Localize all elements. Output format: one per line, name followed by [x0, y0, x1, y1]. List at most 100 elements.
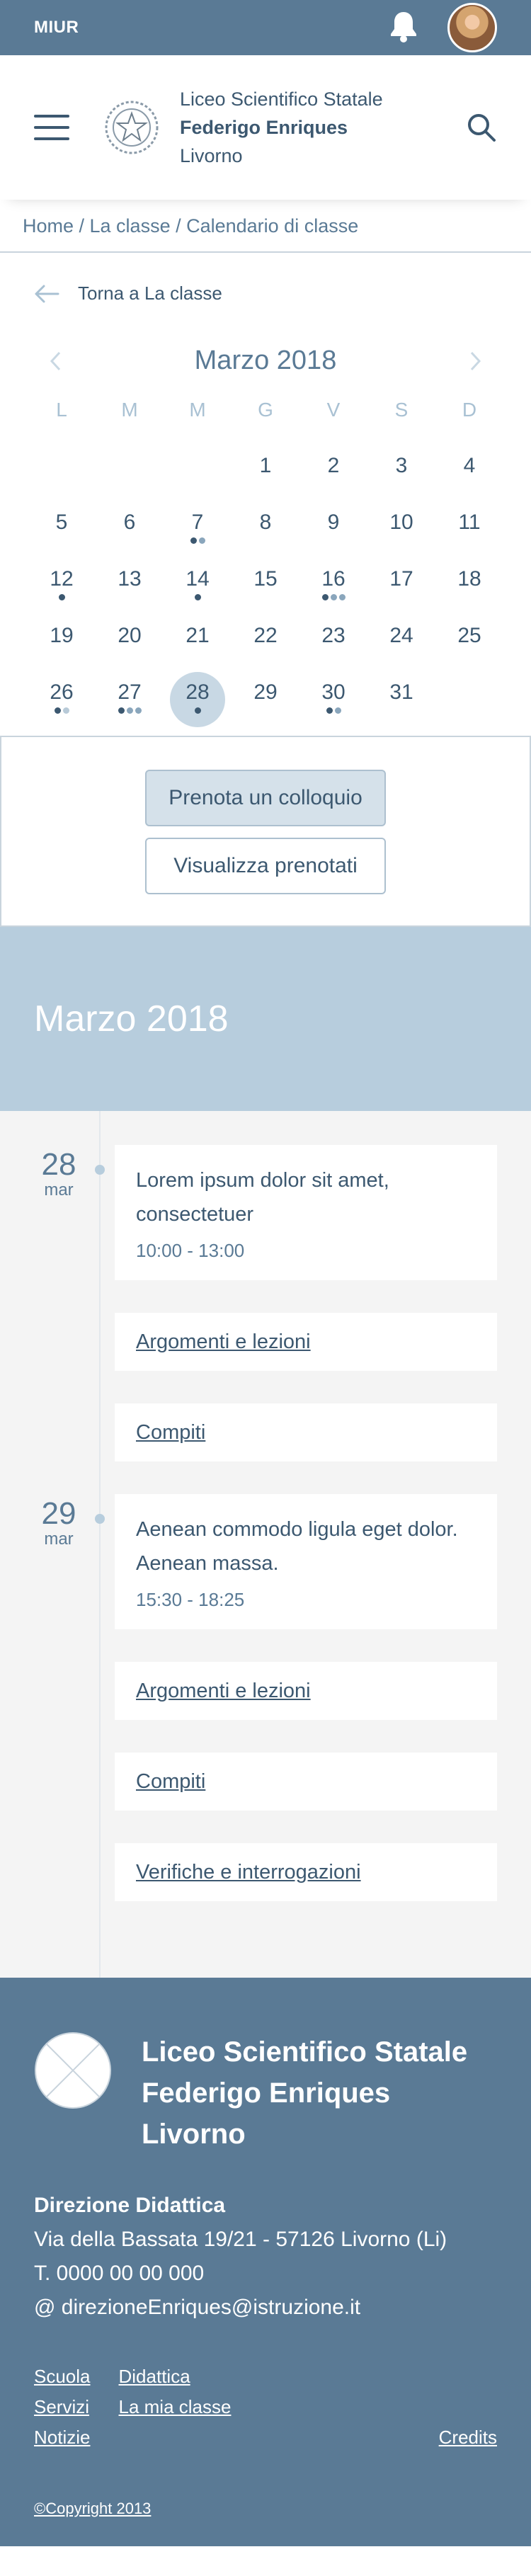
timeline-dot [95, 1165, 105, 1175]
breadcrumb[interactable]: Home / La classe / Calendario di classe [0, 200, 531, 253]
republic-emblem-icon [105, 101, 159, 154]
calendar-day[interactable]: 10 [367, 501, 435, 557]
site-header: Liceo Scientifico Statale Federigo Enriq… [0, 55, 531, 200]
event-dots [58, 594, 65, 600]
calendar-day[interactable]: 8 [232, 501, 299, 557]
event-date: 28 mar [34, 1149, 84, 1200]
calendar-day[interactable]: 15 [232, 557, 299, 614]
calendar-day[interactable]: 24 [367, 614, 435, 671]
calendar-day-number: 26 [50, 680, 74, 704]
footer-links-col2: Didattica La mia classe [119, 2366, 232, 2449]
event-link[interactable]: Compiti [136, 1770, 205, 1794]
calendar-day[interactable]: 27 [96, 671, 164, 727]
calendar-day[interactable]: 3 [367, 444, 435, 501]
month-banner-title: Marzo 2018 [34, 998, 229, 1039]
calendar-day[interactable]: 1 [232, 444, 299, 501]
footer-link[interactable]: Scuola [34, 2366, 91, 2388]
timeline-dot [95, 1514, 105, 1524]
calendar-day-number: 2 [327, 454, 340, 477]
calendar-day[interactable]: 6 [96, 501, 164, 557]
event-link-card: Argomenti e lezioni [115, 1662, 497, 1720]
view-bookings-button[interactable]: Visualizza prenotati [145, 838, 386, 894]
event-dots [321, 594, 346, 600]
event-card[interactable]: Lorem ipsum dolor sit amet, consectetuer… [115, 1145, 497, 1280]
copyright: ©Copyright 2013 [34, 2500, 497, 2518]
calendar-day[interactable]: 5 [28, 501, 96, 557]
copyright-link[interactable]: ©Copyright 2013 [34, 2500, 151, 2517]
event-link[interactable]: Verifiche e interrogazioni [136, 1861, 361, 1884]
footer-school-name: Liceo Scientifico Statale Federigo Enriq… [142, 2031, 467, 2155]
calendar-day[interactable]: 30 [299, 671, 367, 727]
calendar-day[interactable]: 12 [28, 557, 96, 614]
calendar-day-number: 23 [321, 624, 346, 647]
event-dots [190, 537, 205, 544]
footer-link[interactable]: Notizie [34, 2427, 91, 2449]
event-dot [58, 594, 65, 600]
footer-link-credits[interactable]: Credits [439, 2427, 497, 2449]
calendar-day[interactable]: 22 [232, 614, 299, 671]
school-name[interactable]: Liceo Scientifico Statale Federigo Enriq… [180, 85, 383, 170]
event-date-day: 29 [41, 1496, 76, 1531]
event-link-card: Argomenti e lezioni [115, 1313, 497, 1371]
calendar-empty-cell [28, 444, 96, 501]
event-date-day: 28 [41, 1147, 76, 1182]
footer-email[interactable]: @ direzioneEnriques@istruzione.it [34, 2291, 497, 2325]
calendar-day[interactable]: 29 [232, 671, 299, 727]
chevron-right-icon[interactable] [469, 350, 483, 372]
event-date-month: mar [44, 1529, 74, 1549]
calendar-days: 1 2 3 4 5 6 7 8 9 10 11 12 13 14 15 16 17 18 19 20 21 22 23 24 2… [0, 444, 531, 727]
user-avatar[interactable] [447, 3, 497, 52]
calendar-day[interactable]: 11 [435, 501, 503, 557]
calendar-day[interactable]: 9 [299, 501, 367, 557]
calendar-empty-cell [164, 444, 232, 501]
footer-link[interactable]: La mia classe [119, 2396, 232, 2418]
calendar-weekdays: LMMGVSD [0, 376, 531, 444]
miur-brand[interactable]: MIUR [34, 18, 79, 38]
footer-school-line1: Liceo Scientifico Statale [142, 2036, 468, 2068]
calendar-day[interactable]: 17 [367, 557, 435, 614]
calendar-day[interactable]: 13 [96, 557, 164, 614]
calendar-day-number: 19 [50, 624, 74, 647]
footer-link[interactable]: Didattica [119, 2366, 232, 2388]
calendar-day[interactable]: 14 [164, 557, 232, 614]
event-link[interactable]: Argomenti e lezioni [136, 1680, 311, 1703]
calendar-day[interactable]: 31 [367, 671, 435, 727]
book-meeting-button[interactable]: Prenota un colloquio [145, 770, 386, 826]
hamburger-menu-icon[interactable] [34, 115, 69, 140]
calendar-day-number: 21 [185, 624, 210, 647]
calendar-day-number: 30 [321, 680, 346, 704]
calendar-day[interactable]: 2 [299, 444, 367, 501]
calendar-day[interactable]: 19 [28, 614, 96, 671]
calendar-header: Marzo 2018 [0, 321, 531, 376]
chevron-left-icon[interactable] [48, 350, 62, 372]
search-icon[interactable] [466, 112, 497, 143]
calendar-day[interactable]: 21 [164, 614, 232, 671]
weekday-label: V [326, 399, 341, 421]
footer-link[interactable]: Servizi [34, 2396, 91, 2418]
calendar-day[interactable]: 20 [96, 614, 164, 671]
event-link[interactable]: Compiti [136, 1421, 205, 1444]
event-link[interactable]: Argomenti e lezioni [136, 1330, 311, 1354]
event-dot [126, 707, 133, 714]
calendar-day[interactable]: 16 [299, 557, 367, 614]
calendar-day[interactable]: 7 [164, 501, 232, 557]
event-date: 29 mar [34, 1498, 84, 1549]
event-card[interactable]: Aenean commodo ligula eget dolor. Aenean… [115, 1494, 497, 1629]
calendar-day[interactable]: 28 [164, 671, 232, 727]
calendar-day[interactable]: 23 [299, 614, 367, 671]
event-title: Aenean commodo ligula eget dolor. Aenean… [136, 1518, 458, 1575]
footer: Liceo Scientifico Statale Federigo Enriq… [0, 1978, 531, 2546]
calendar-day[interactable]: 26 [28, 671, 96, 727]
event-dot [330, 594, 337, 600]
event-dot [338, 594, 346, 600]
bell-icon[interactable] [388, 9, 419, 47]
calendar-day[interactable]: 25 [435, 614, 503, 671]
calendar-day[interactable]: 18 [435, 557, 503, 614]
month-banner: Marzo 2018 [0, 927, 531, 1111]
calendar-day[interactable]: 4 [435, 444, 503, 501]
back-link[interactable]: Torna a La classe [0, 253, 531, 321]
weekday-label: M [121, 399, 138, 421]
event-dots [118, 707, 142, 714]
calendar-day-number: 16 [321, 567, 346, 591]
footer-school: Liceo Scientifico Statale Federigo Enriq… [34, 2031, 497, 2155]
